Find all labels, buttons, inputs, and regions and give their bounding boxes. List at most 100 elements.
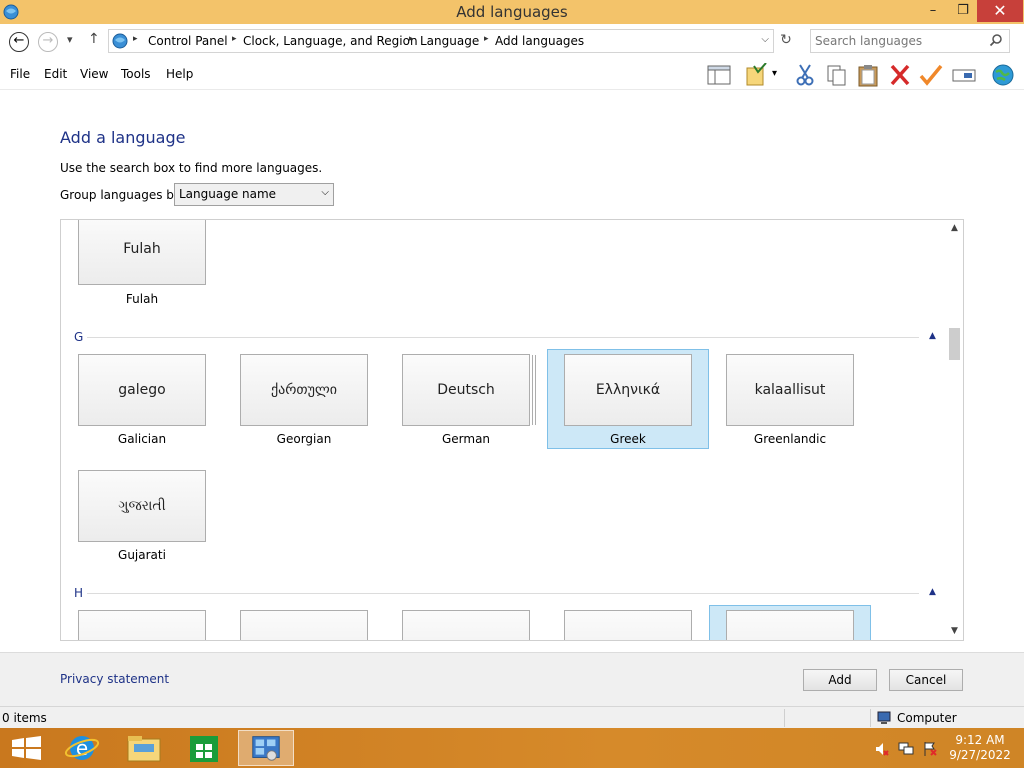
status-location: Computer — [897, 711, 957, 725]
group-by-label: Group languages by: — [60, 188, 185, 202]
status-bar: 0 items Computer — [0, 706, 1024, 728]
chevron-right-icon[interactable]: ▸ — [409, 34, 414, 44]
main-content: Add a language Use the search box to fin… — [0, 91, 1024, 651]
menu-help[interactable]: Help — [166, 67, 193, 81]
language-tile-h-4[interactable] — [564, 610, 692, 640]
store-icon[interactable] — [176, 730, 232, 766]
action-center-icon[interactable] — [922, 741, 938, 757]
scroll-thumb[interactable] — [949, 328, 960, 360]
language-label-german: German — [441, 432, 491, 446]
breadcrumb-clock-language-region[interactable]: Clock, Language, and Region — [243, 34, 418, 48]
menu-file[interactable]: File — [10, 67, 30, 81]
chevron-right-icon[interactable]: ▸ — [133, 34, 138, 44]
collapse-section-h-button[interactable]: ▲ — [929, 587, 936, 597]
breadcrumb-language[interactable]: Language — [420, 34, 479, 48]
menu-view[interactable]: View — [80, 67, 108, 81]
language-label-gujarati: Gujarati — [118, 548, 166, 562]
speaker-muted-icon[interactable] — [874, 741, 890, 757]
add-button[interactable]: Add — [803, 669, 877, 691]
start-icon[interactable] — [0, 730, 56, 766]
back-button[interactable]: ← — [9, 32, 29, 52]
up-button[interactable]: ↑ — [88, 31, 100, 47]
language-label-fulah: Fulah — [125, 292, 159, 306]
control-panel-icon — [112, 33, 128, 49]
menu-edit[interactable]: Edit — [44, 67, 67, 81]
computer-icon — [877, 711, 891, 724]
item-count: 0 items — [2, 711, 47, 725]
section-letter-g: G — [74, 330, 84, 344]
menu-bar: File Edit View Tools Help ▾ — [0, 60, 1024, 90]
cancel-button[interactable]: Cancel — [889, 669, 963, 691]
clock-date: 9/27/2022 — [949, 748, 1011, 762]
chevron-down-icon: ⌵ — [321, 187, 329, 198]
language-tile-greek[interactable]: Ελληνικά — [564, 354, 692, 426]
file-explorer-icon[interactable] — [116, 730, 172, 766]
restore-button[interactable]: ❐ — [948, 0, 978, 22]
search-icon[interactable] — [989, 33, 1003, 47]
chevron-right-icon[interactable]: ▸ — [484, 34, 489, 44]
language-tile-h-1[interactable] — [78, 610, 206, 640]
breadcrumb[interactable]: ▸ Control Panel ▸ Clock, Language, and R… — [108, 29, 774, 53]
search-box[interactable] — [810, 29, 1010, 53]
group-by-value: Language name — [179, 187, 277, 201]
paste-icon[interactable] — [855, 63, 881, 87]
address-bar: ← → ▾ ↑ ▸ Control Panel ▸ Clock, Languag… — [0, 24, 1024, 60]
title-bar: Add languages – ❐ ✕ — [0, 0, 1024, 24]
recent-locations-button[interactable]: ▾ — [67, 33, 73, 46]
network-icon[interactable] — [898, 741, 914, 757]
cut-icon[interactable] — [792, 63, 818, 87]
dialog-footer: Privacy statement Add Cancel — [0, 652, 1024, 706]
chevron-right-icon[interactable]: ▸ — [232, 34, 237, 44]
vertical-scrollbar[interactable]: ▲ ▼ — [946, 220, 963, 640]
language-label-galician: Galician — [117, 432, 167, 446]
language-tile-fulah[interactable]: Fulah — [78, 220, 206, 285]
internet-explorer-icon[interactable]: e — [54, 730, 110, 766]
language-tile-greenlandic[interactable]: kalaallisut — [726, 354, 854, 426]
taskbar-clock[interactable]: 9:12 AM 9/27/2022 — [948, 733, 1012, 763]
language-tile-georgian[interactable]: ქართული — [240, 354, 368, 426]
chevron-down-icon[interactable]: ▾ — [772, 68, 784, 92]
breadcrumb-add-languages[interactable]: Add languages — [495, 34, 584, 48]
properties-check-icon[interactable] — [918, 63, 944, 87]
globe-icon[interactable] — [990, 63, 1016, 87]
control-panel-taskbar-icon[interactable] — [238, 730, 294, 766]
status-separator — [784, 709, 785, 727]
taskbar: e 9:12 AM 9/27/2022 — [0, 728, 1024, 768]
close-button[interactable]: ✕ — [977, 0, 1023, 22]
language-label-georgian: Georgian — [276, 432, 332, 446]
window-title: Add languages — [456, 3, 568, 21]
search-input[interactable] — [815, 31, 985, 51]
minimize-button[interactable]: – — [918, 0, 948, 22]
menu-tools[interactable]: Tools — [121, 67, 151, 81]
page-title: Add a language — [60, 128, 186, 147]
language-tile-h-3[interactable] — [402, 610, 530, 640]
language-tile-h-5[interactable] — [726, 610, 854, 640]
status-separator — [870, 709, 871, 727]
language-tile-galician[interactable]: galego — [78, 354, 206, 426]
search-hint: Use the search box to find more language… — [60, 161, 323, 175]
language-tile-h-2[interactable] — [240, 610, 368, 640]
rename-icon[interactable] — [951, 63, 977, 87]
breadcrumb-control-panel[interactable]: Control Panel — [148, 34, 228, 48]
language-tile-gujarati[interactable]: ગુજરાતી — [78, 470, 206, 542]
language-list[interactable]: Fulah Fulah G ▲ galego Galician ქართული … — [60, 219, 964, 641]
language-tile-german[interactable]: Deutsch — [402, 354, 530, 426]
forward-button[interactable]: → — [38, 32, 58, 52]
section-divider — [87, 337, 919, 338]
section-letter-h: H — [74, 586, 84, 600]
language-label-greek: Greek — [610, 432, 646, 446]
language-label-greenlandic: Greenlandic — [753, 432, 827, 446]
copy-icon[interactable] — [824, 63, 850, 87]
delete-icon[interactable] — [887, 63, 913, 87]
folder-options-icon[interactable] — [744, 63, 770, 87]
scroll-up-button[interactable]: ▲ — [946, 220, 963, 237]
section-divider — [87, 593, 919, 594]
privacy-statement-link[interactable]: Privacy statement — [60, 672, 169, 686]
scroll-down-button[interactable]: ▼ — [946, 623, 963, 640]
layout-pane-icon[interactable] — [706, 63, 732, 87]
collapse-section-g-button[interactable]: ▲ — [929, 331, 936, 341]
chevron-down-icon[interactable]: ⌵ — [761, 34, 769, 45]
group-by-select[interactable]: Language name ⌵ — [174, 183, 334, 206]
clock-time: 9:12 AM — [955, 733, 1005, 747]
refresh-button[interactable]: ↻ — [775, 29, 797, 53]
